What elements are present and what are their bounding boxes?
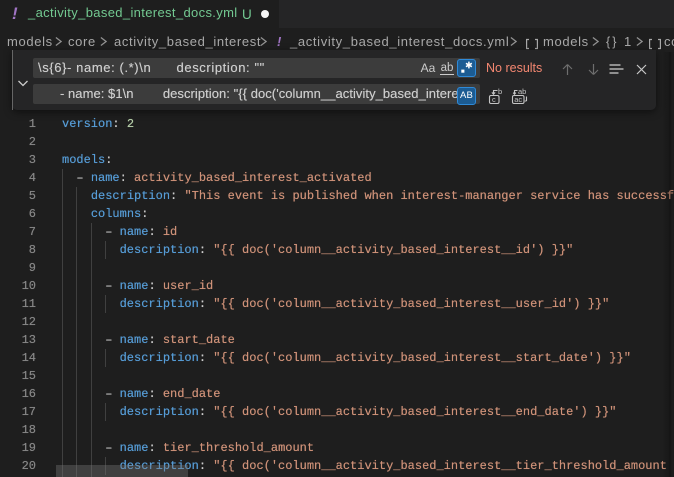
svg-text:ac: ac (514, 95, 522, 104)
svg-text:b: b (498, 88, 502, 96)
svg-text:c: c (492, 95, 496, 104)
